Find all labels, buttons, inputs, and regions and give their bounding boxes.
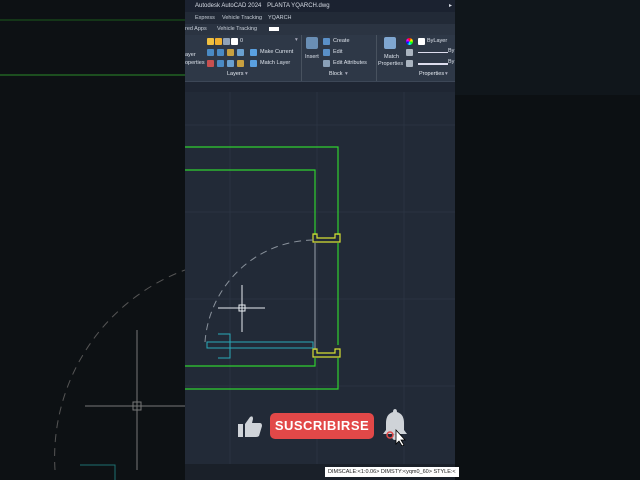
- create-block-button[interactable]: Create: [333, 38, 350, 44]
- lineweight-line: [418, 63, 448, 65]
- floor-plan-drawing[interactable]: [185, 92, 455, 464]
- layer-tool-icon[interactable]: [237, 60, 244, 67]
- color-wheel-icon[interactable]: [406, 38, 413, 45]
- layer-button-label[interactable]: ayer: [185, 52, 196, 58]
- panel-divider: [376, 35, 377, 81]
- layers-panel-title[interactable]: Layers: [227, 71, 244, 77]
- edit-block-button[interactable]: Edit: [333, 49, 342, 55]
- layer-tool-icon[interactable]: [207, 60, 214, 67]
- inner-wall: [185, 169, 316, 235]
- color-swatch-icon[interactable]: [418, 38, 425, 45]
- left-drawing-preview: [0, 19, 185, 480]
- panel-divider: [301, 35, 302, 81]
- lock-icon[interactable]: [223, 38, 230, 45]
- match-properties-label[interactable]: Match: [384, 54, 399, 60]
- chevron-down-icon[interactable]: ▾: [345, 71, 348, 77]
- make-current-button[interactable]: Make Current: [260, 49, 293, 55]
- linetype-value[interactable]: By: [448, 48, 454, 54]
- edit-attributes-icon[interactable]: [323, 60, 330, 67]
- subscribe-button[interactable]: SUSCRIBIRSE: [270, 413, 374, 439]
- door-swing-arc: [204, 239, 314, 343]
- current-layer-value[interactable]: 0: [240, 38, 243, 44]
- sun-icon[interactable]: [215, 38, 222, 45]
- lineweight-value[interactable]: By: [448, 59, 454, 65]
- drawing-canvas[interactable]: [185, 92, 455, 464]
- make-current-icon[interactable]: [250, 49, 257, 56]
- expand-icon[interactable]: ▸: [449, 0, 452, 12]
- workspace-dropdown[interactable]: [269, 27, 279, 31]
- bell-icon[interactable]: [380, 406, 410, 447]
- door-leaf: [206, 341, 314, 349]
- color-bylayer[interactable]: ByLayer: [427, 38, 447, 44]
- layer-dropdown-icon[interactable]: ▾: [295, 37, 298, 43]
- status-text: DIMSCALE:<1:0.06> DIMSTY:<yqm0_60> STYLE…: [325, 467, 459, 477]
- left-background: [0, 0, 185, 480]
- autocad-window: Autodesk AutoCAD 2024 PLANTA YQARCH.dwg …: [185, 0, 455, 480]
- thumbs-up-icon[interactable]: [236, 414, 264, 440]
- tab-yqarch[interactable]: YQARCH: [268, 12, 292, 24]
- create-block-icon[interactable]: [323, 38, 330, 45]
- lightbulb-icon[interactable]: [207, 38, 214, 45]
- layer-tool-icon[interactable]: [217, 49, 224, 56]
- insert-button[interactable]: Insert: [305, 54, 319, 60]
- title-bar: Autodesk AutoCAD 2024 PLANTA YQARCH.dwg …: [185, 0, 455, 12]
- match-layer-button[interactable]: Match Layer: [260, 60, 290, 66]
- app-title: Autodesk AutoCAD 2024: [195, 3, 262, 9]
- quick-tabs: red Apps Vehicle Tracking: [185, 24, 455, 35]
- match-layer-icon[interactable]: [250, 60, 257, 67]
- linetype-icon[interactable]: [406, 49, 413, 56]
- right-drawing-preview: [455, 0, 640, 95]
- insert-icon[interactable]: [306, 37, 318, 49]
- edit-block-icon[interactable]: [323, 49, 330, 56]
- ribbon: ayer operties 0 ▾ Make Current Match Lay…: [185, 35, 455, 82]
- properties-panel-title[interactable]: Properties: [419, 71, 444, 77]
- tab-vehicle-tracking[interactable]: Vehicle Tracking: [222, 12, 262, 24]
- layer-tool-icon[interactable]: [227, 49, 234, 56]
- edit-attributes-button[interactable]: Edit Attributes: [333, 60, 367, 66]
- layer-tool-icon[interactable]: [237, 49, 244, 56]
- chevron-down-icon[interactable]: ▾: [245, 71, 248, 77]
- lineweight-icon[interactable]: [406, 60, 413, 67]
- tab-express[interactable]: Express: [195, 12, 215, 24]
- match-properties-label-2[interactable]: Properties: [378, 61, 403, 67]
- quick-tab-vehicle-tracking[interactable]: Vehicle Tracking: [217, 24, 257, 35]
- layer-tool-icon[interactable]: [227, 60, 234, 67]
- chevron-down-icon[interactable]: ▾: [445, 71, 448, 77]
- match-properties-icon[interactable]: [384, 37, 396, 49]
- file-name: PLANTA YQARCH.dwg: [267, 3, 330, 9]
- color-swatch-icon[interactable]: [231, 38, 238, 45]
- inner-wall-bottom: [185, 358, 316, 367]
- layer-tool-icon[interactable]: [217, 60, 224, 67]
- block-panel-title[interactable]: Block: [329, 71, 342, 77]
- canvas-grid: [185, 92, 455, 464]
- ribbon-tabs: Express Vehicle Tracking YQARCH: [185, 12, 455, 24]
- right-background: [455, 0, 640, 480]
- crosshair-cursor: [218, 285, 265, 332]
- quick-tab-featured-apps[interactable]: red Apps: [185, 24, 207, 35]
- linetype-line: [418, 52, 448, 53]
- layer-tool-icon[interactable]: [207, 49, 214, 56]
- door-hinge: [218, 333, 231, 359]
- layer-properties-label[interactable]: operties: [185, 60, 205, 66]
